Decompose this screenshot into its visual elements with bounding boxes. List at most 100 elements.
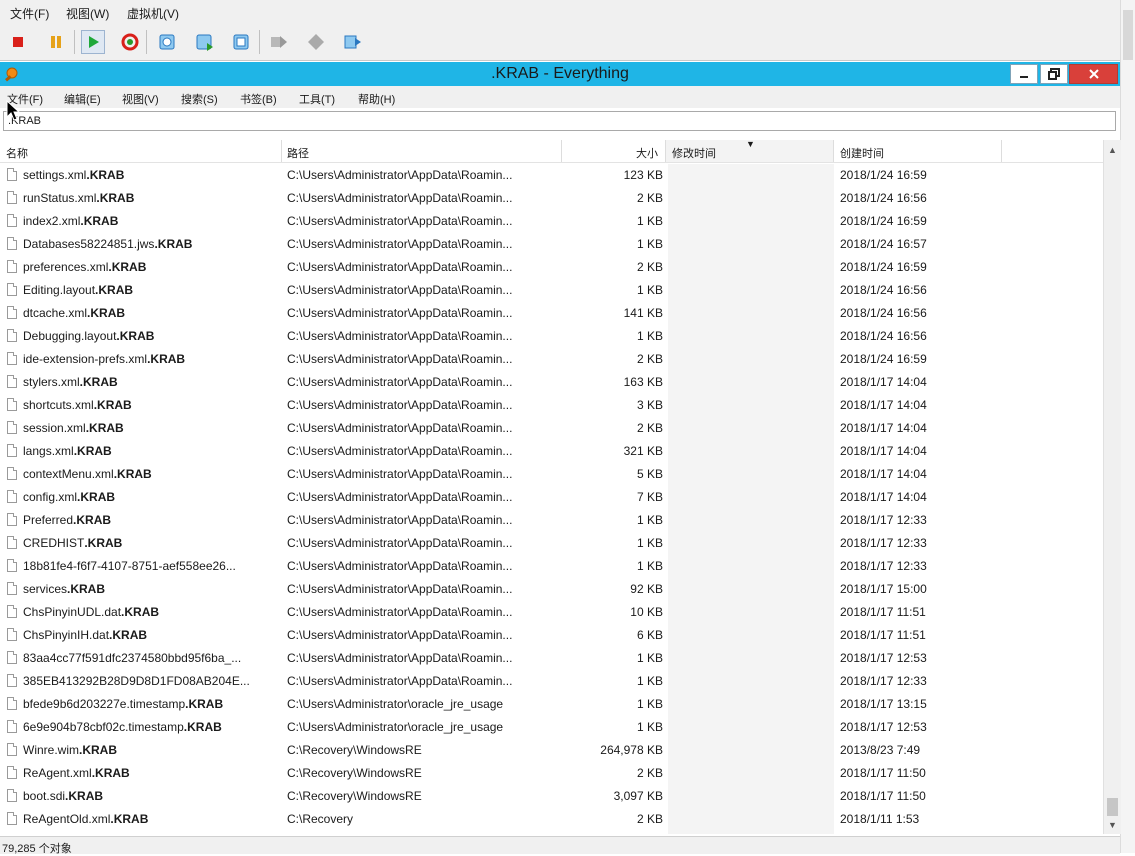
file-row[interactable]: shortcuts.xml.KRAB C:\Users\Administrato… xyxy=(0,394,1103,417)
vertical-scrollbar[interactable]: ▲ ▼ xyxy=(1103,140,1121,834)
file-size: 2 KB xyxy=(636,812,663,826)
file-row[interactable]: runStatus.xml.KRAB C:\Users\Administrato… xyxy=(0,187,1103,210)
column-header-created[interactable]: 创建时间 xyxy=(834,140,1002,162)
file-path: C:\Users\Administrator\AppData\Roamin... xyxy=(287,490,513,504)
file-name: Winre.wim.KRAB xyxy=(23,743,278,757)
file-row[interactable]: boot.sdi.KRAB C:\Recovery\WindowsRE 3,09… xyxy=(0,785,1103,808)
sort-descending-icon: ▼ xyxy=(746,139,755,149)
file-path: C:\Users\Administrator\AppData\Roamin... xyxy=(287,628,513,642)
snapshot-button[interactable] xyxy=(156,30,180,54)
file-icon xyxy=(7,582,17,595)
menu-edit[interactable]: 编辑(E) xyxy=(64,91,101,107)
vm-toolbar xyxy=(0,24,1120,61)
file-row[interactable]: stylers.xml.KRAB C:\Users\Administrator\… xyxy=(0,371,1103,394)
file-icon xyxy=(7,398,17,411)
menu-bookmarks[interactable]: 书签(B) xyxy=(240,91,277,107)
file-row[interactable]: preferences.xml.KRAB C:\Users\Administra… xyxy=(0,256,1103,279)
file-row[interactable]: ChsPinyinUDL.dat.KRAB C:\Users\Administr… xyxy=(0,601,1103,624)
file-row[interactable]: Debugging.layout.KRAB C:\Users\Administr… xyxy=(0,325,1103,348)
file-name-base: stylers.xml xyxy=(23,375,80,389)
scroll-down-icon[interactable]: ▼ xyxy=(1104,817,1121,834)
scrollbar-thumb[interactable] xyxy=(1107,798,1118,816)
file-name-extension: .KRAB xyxy=(108,260,147,274)
file-icon xyxy=(7,605,17,618)
file-size: 1 KB xyxy=(636,513,663,527)
file-created: 2018/1/17 12:33 xyxy=(840,536,927,550)
file-created: 2018/1/24 16:56 xyxy=(840,329,927,343)
file-row[interactable]: config.xml.KRAB C:\Users\Administrator\A… xyxy=(0,486,1103,509)
file-row[interactable]: ide-extension-prefs.xml.KRAB C:\Users\Ad… xyxy=(0,348,1103,371)
snapshot-manager-button[interactable] xyxy=(230,30,254,54)
file-row[interactable]: langs.xml.KRAB C:\Users\Administrator\Ap… xyxy=(0,440,1103,463)
menu-search[interactable]: 搜索(S) xyxy=(181,91,218,107)
column-header-path[interactable]: 路径 xyxy=(282,140,562,162)
file-icon xyxy=(7,812,17,825)
file-row[interactable]: index2.xml.KRAB C:\Users\Administrator\A… xyxy=(0,210,1103,233)
menu-view[interactable]: 视图(V) xyxy=(122,91,159,107)
file-row[interactable]: session.xml.KRAB C:\Users\Administrator\… xyxy=(0,417,1103,440)
menu-help[interactable]: 帮助(H) xyxy=(358,91,395,107)
pause-button[interactable] xyxy=(44,30,68,54)
file-row[interactable]: 385EB413292B28D9D8D1FD08AB204E... C:\Use… xyxy=(0,670,1103,693)
file-row[interactable]: dtcache.xml.KRAB C:\Users\Administrator\… xyxy=(0,302,1103,325)
file-created: 2018/1/24 16:59 xyxy=(840,214,927,228)
vm-menu-view[interactable]: 视图(W) xyxy=(66,5,109,22)
file-name: 6e9e904b78cbf02c.timestamp.KRAB xyxy=(23,720,278,734)
revert-snapshot-button[interactable] xyxy=(193,30,217,54)
start-button[interactable] xyxy=(81,30,105,54)
column-header-name[interactable]: 名称 xyxy=(0,140,282,162)
file-name: preferences.xml.KRAB xyxy=(23,260,278,274)
reset-button[interactable] xyxy=(118,30,142,54)
file-size: 1 KB xyxy=(636,559,663,573)
file-size: 7 KB xyxy=(636,490,663,504)
file-row[interactable]: settings.xml.KRAB C:\Users\Administrator… xyxy=(0,164,1103,187)
unity-button[interactable] xyxy=(341,30,365,54)
file-row[interactable]: services.KRAB C:\Users\Administrator\App… xyxy=(0,578,1103,601)
file-row[interactable]: Editing.layout.KRAB C:\Users\Administrat… xyxy=(0,279,1103,302)
file-row[interactable]: Winre.wim.KRAB C:\Recovery\WindowsRE 264… xyxy=(0,739,1103,762)
file-created: 2018/1/24 16:56 xyxy=(840,306,927,320)
file-created: 2018/1/17 12:53 xyxy=(840,720,927,734)
file-name: ide-extension-prefs.xml.KRAB xyxy=(23,352,278,366)
file-name-base: Winre.wim xyxy=(23,743,79,757)
file-row[interactable]: Preferred.KRAB C:\Users\Administrator\Ap… xyxy=(0,509,1103,532)
minimize-button[interactable] xyxy=(1010,64,1038,84)
file-created: 2018/1/11 1:53 xyxy=(840,812,920,826)
file-name-extension: .KRAB xyxy=(121,605,160,619)
maximize-button[interactable] xyxy=(1040,64,1068,84)
file-name-extension: .KRAB xyxy=(84,536,123,550)
search-input[interactable]: .KRAB xyxy=(3,111,1116,131)
send-keys-button[interactable] xyxy=(267,30,291,54)
vm-menu-vm[interactable]: 虚拟机(V) xyxy=(127,5,179,22)
file-row[interactable]: ReAgent.xml.KRAB C:\Recovery\WindowsRE 2… xyxy=(0,762,1103,785)
file-created: 2018/1/17 11:51 xyxy=(840,628,926,642)
file-name: 385EB413292B28D9D8D1FD08AB204E... xyxy=(23,674,278,688)
vm-menu-file[interactable]: 文件(F) xyxy=(10,5,49,22)
file-row[interactable]: ReAgentOld.xml.KRAB C:\Recovery 2 KB 201… xyxy=(0,808,1103,831)
file-row[interactable]: ChsPinyinIH.dat.KRAB C:\Users\Administra… xyxy=(0,624,1103,647)
file-row[interactable]: 83aa4cc77f591dfc2374580bbd95f6ba_... C:\… xyxy=(0,647,1103,670)
fullscreen-button[interactable] xyxy=(304,30,328,54)
file-name: shortcuts.xml.KRAB xyxy=(23,398,278,412)
file-name-base: boot.sdi xyxy=(23,789,66,803)
column-header-modified[interactable]: 修改时间 ▼ xyxy=(666,139,834,162)
file-row[interactable]: Databases58224851.jws.KRAB C:\Users\Admi… xyxy=(0,233,1103,256)
file-row[interactable]: 6e9e904b78cbf02c.timestamp.KRAB C:\Users… xyxy=(0,716,1103,739)
file-name: index2.xml.KRAB xyxy=(23,214,278,228)
file-path: C:\Users\Administrator\AppData\Roamin... xyxy=(287,191,513,205)
file-row[interactable]: CREDHIST.KRAB C:\Users\Administrator\App… xyxy=(0,532,1103,555)
stop-button[interactable] xyxy=(6,30,30,54)
scroll-up-icon[interactable]: ▲ xyxy=(1104,142,1121,159)
menu-tools[interactable]: 工具(T) xyxy=(299,91,335,107)
fullscreen-icon xyxy=(308,34,324,50)
file-row[interactable]: bfede9b6d203227e.timestamp.KRAB C:\Users… xyxy=(0,693,1103,716)
close-button[interactable] xyxy=(1069,64,1118,84)
column-header-size[interactable]: 大小 xyxy=(562,140,666,162)
file-name-base: settings.xml xyxy=(23,168,87,182)
file-created: 2018/1/17 12:33 xyxy=(840,559,927,573)
file-row[interactable]: contextMenu.xml.KRAB C:\Users\Administra… xyxy=(0,463,1103,486)
file-name-base: preferences.xml xyxy=(23,260,109,274)
file-row[interactable]: 18b81fe4-f6f7-4107-8751-aef558ee26... C:… xyxy=(0,555,1103,578)
file-name-extension: .KRAB xyxy=(185,697,224,711)
file-size: 123 KB xyxy=(623,168,663,182)
